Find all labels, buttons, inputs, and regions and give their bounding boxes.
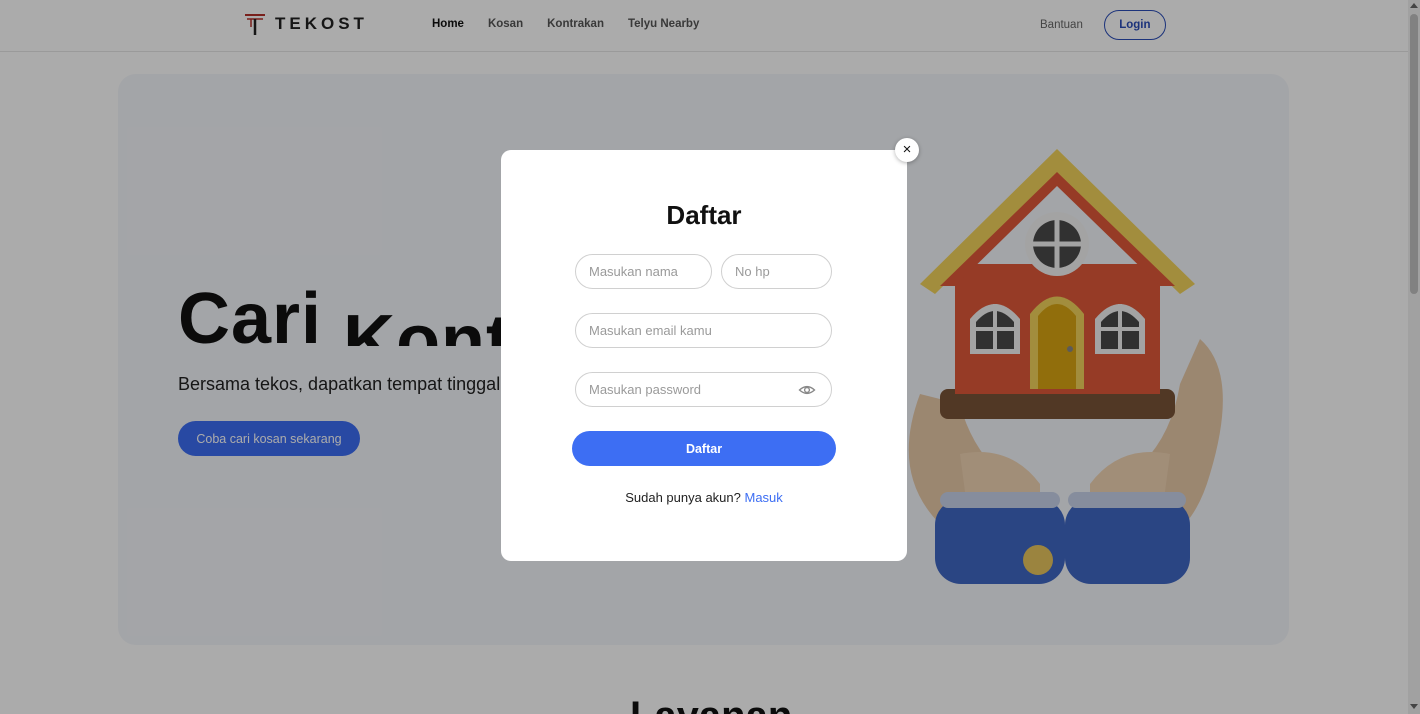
eye-icon[interactable] (798, 381, 816, 399)
email-input[interactable] (575, 313, 832, 348)
phone-input[interactable] (721, 254, 832, 289)
name-input[interactable] (575, 254, 712, 289)
close-icon[interactable]: × (895, 138, 919, 162)
modal-footer: Sudah punya akun? Masuk (501, 490, 907, 505)
masuk-link[interactable]: Masuk (744, 490, 782, 505)
modal-title: Daftar (666, 200, 742, 230)
have-account-text: Sudah punya akun? (625, 490, 741, 505)
register-modal: Daftar Daftar Sudah punya akun? Masuk (501, 150, 907, 561)
register-submit-button[interactable]: Daftar (572, 431, 836, 466)
password-input[interactable] (575, 372, 832, 407)
